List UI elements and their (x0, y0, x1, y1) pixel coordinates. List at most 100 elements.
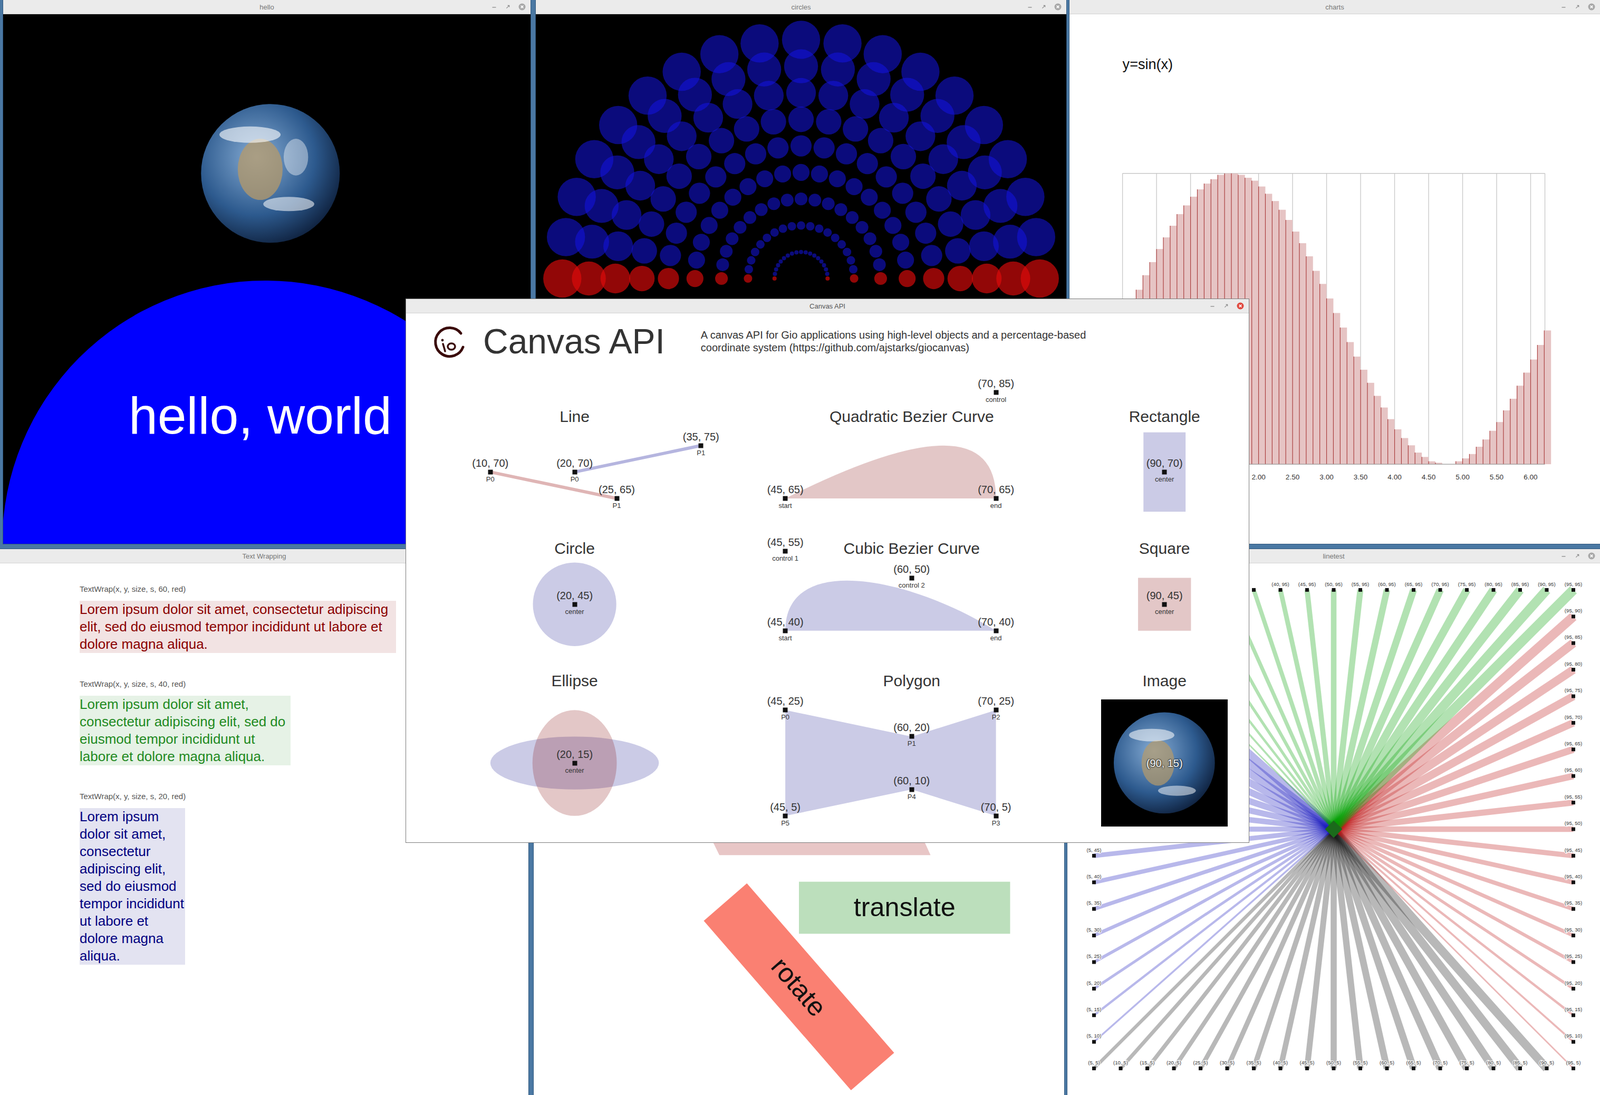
circle (659, 244, 681, 266)
point-marker (1571, 1013, 1576, 1017)
bar (1340, 327, 1347, 465)
circle (734, 116, 760, 142)
point-marker (1545, 588, 1549, 592)
test-line (1333, 829, 1574, 1016)
point-label: (95, 20) (1564, 979, 1583, 986)
circle (770, 228, 779, 237)
circle (822, 197, 835, 210)
bar (1333, 312, 1341, 465)
circle (750, 247, 760, 257)
point-label: (95, 60) (1564, 766, 1583, 773)
point-marker (1092, 986, 1096, 991)
minimize-icon[interactable] (490, 3, 498, 11)
circle (767, 137, 789, 159)
point-name: P4 (907, 793, 917, 801)
circle (778, 224, 788, 233)
point-name: P3 (991, 819, 1001, 827)
window-title: circles (791, 3, 812, 12)
point-marker (1571, 588, 1576, 592)
coordinate-label: (45, 40) (767, 616, 804, 628)
minimize-icon[interactable] (1559, 552, 1568, 560)
point-marker (1225, 1066, 1230, 1071)
circle (898, 270, 916, 287)
coordinate-label: (70, 25) (977, 695, 1015, 707)
coordinate-label: (90, 15) (1146, 757, 1183, 769)
title-bar[interactable]: circles (535, 0, 1067, 15)
title-bar[interactable]: Canvas API (406, 299, 1249, 314)
point-name: center (565, 608, 585, 616)
bar (1476, 446, 1483, 465)
minimize-icon[interactable] (1208, 302, 1217, 310)
maximize-icon[interactable] (1573, 552, 1582, 560)
point-label: (95, 55) (1564, 793, 1583, 800)
close-icon[interactable] (1236, 301, 1245, 311)
grid-line (1462, 173, 1463, 465)
circle (808, 193, 822, 207)
test-line (1307, 589, 1335, 830)
circle (1006, 177, 1045, 216)
point-label: (95, 80) (1564, 660, 1583, 667)
coordinate-label: (45, 5) (769, 801, 801, 813)
circle (823, 24, 862, 63)
point-label: (85, 95) (1511, 581, 1529, 587)
curve-shape (785, 580, 997, 631)
point-label: (70, 95) (1431, 581, 1449, 587)
maximize-icon[interactable] (504, 3, 512, 11)
circle (905, 201, 927, 223)
close-icon[interactable] (1587, 551, 1596, 561)
bar (1360, 369, 1368, 465)
point-marker (1092, 1039, 1096, 1044)
minimize-icon[interactable] (1026, 3, 1034, 11)
title-bar[interactable]: charts (1069, 0, 1600, 15)
maximize-icon[interactable] (1222, 302, 1230, 310)
test-line (1254, 589, 1335, 830)
test-line (1280, 589, 1334, 830)
point-label: (20, 5) (1166, 1059, 1182, 1066)
point-name: P5 (781, 819, 790, 827)
point-label: (45, 5) (1299, 1059, 1315, 1066)
minimize-icon[interactable] (1559, 3, 1568, 11)
point-label: (65, 95) (1404, 581, 1423, 587)
circle (845, 178, 863, 196)
point-marker (783, 628, 788, 633)
circle (743, 210, 757, 224)
point-marker (1172, 1066, 1177, 1071)
point-label: (15, 5) (1140, 1059, 1155, 1066)
test-line (1094, 829, 1335, 1069)
maximize-icon[interactable] (1573, 3, 1582, 11)
point-marker (1358, 1066, 1363, 1071)
test-line (1333, 829, 1574, 883)
title-bar[interactable]: hello (3, 0, 531, 15)
point-name: P1 (612, 502, 622, 510)
circle (724, 152, 746, 175)
point-marker (698, 442, 704, 448)
circle (869, 244, 883, 258)
maximize-icon[interactable] (1039, 3, 1048, 11)
bar (1285, 219, 1293, 465)
circle (796, 220, 806, 230)
close-icon[interactable] (517, 2, 527, 12)
circle (850, 274, 859, 283)
point-label: (5, 35) (1086, 899, 1102, 906)
point-marker (1332, 1066, 1336, 1071)
circle (901, 52, 940, 91)
ellipse-shape (532, 709, 618, 816)
circle (739, 178, 757, 196)
point-label: (80, 95) (1484, 581, 1502, 587)
point-label: (5, 5) (1087, 1059, 1101, 1066)
circle (922, 267, 944, 289)
section-title: Cubic Bezier Curve (843, 540, 980, 557)
circle (631, 237, 658, 264)
circle (774, 267, 779, 272)
circle (873, 258, 886, 272)
rotate-box: rotate (704, 883, 895, 1091)
circle (945, 237, 971, 264)
bar (1503, 410, 1511, 465)
point-marker (1571, 720, 1576, 725)
test-line (1094, 829, 1335, 1016)
point-label: (95, 30) (1564, 926, 1583, 933)
bar (1381, 407, 1389, 465)
test-line (1333, 829, 1574, 1069)
close-icon[interactable] (1587, 2, 1596, 12)
close-icon[interactable] (1053, 2, 1063, 12)
